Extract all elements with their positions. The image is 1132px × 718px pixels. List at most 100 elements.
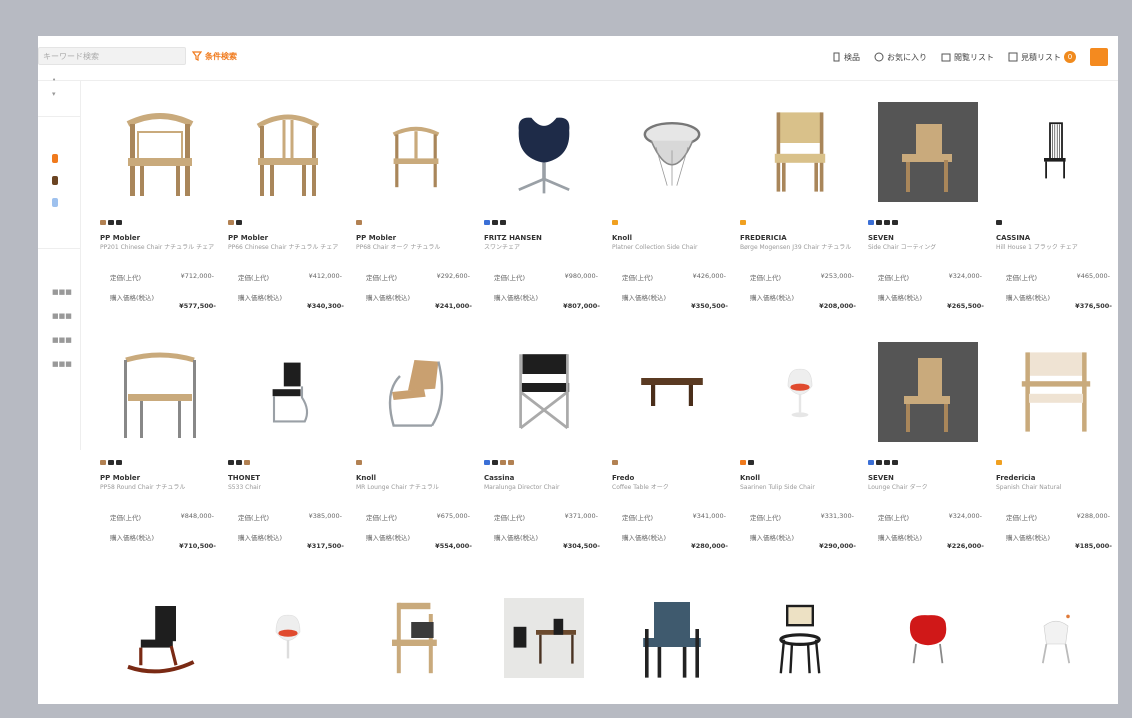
product-brand[interactable]: PP Mobler xyxy=(228,234,268,242)
product-image[interactable] xyxy=(480,582,608,694)
product-card-white-chair[interactable] xyxy=(992,582,1118,692)
color-swatch[interactable] xyxy=(612,460,618,465)
color-swatch[interactable] xyxy=(868,220,874,225)
nav-inspection[interactable]: 検品 xyxy=(832,52,860,63)
color-swatch[interactable] xyxy=(108,460,114,465)
product-image[interactable] xyxy=(224,582,352,694)
color-swatch[interactable] xyxy=(876,460,882,465)
product-image[interactable] xyxy=(352,582,480,694)
sidebar-color-brown[interactable] xyxy=(52,176,58,185)
color-swatch[interactable] xyxy=(236,220,242,225)
color-swatch[interactable] xyxy=(236,460,242,465)
product-brand[interactable]: PP Mobler xyxy=(100,474,140,482)
color-swatch[interactable] xyxy=(884,460,890,465)
color-swatch[interactable] xyxy=(612,220,618,225)
product-image[interactable] xyxy=(608,582,736,694)
color-swatch[interactable] xyxy=(492,220,498,225)
product-image[interactable] xyxy=(736,96,864,208)
color-swatch[interactable] xyxy=(500,460,506,465)
product-image[interactable] xyxy=(736,582,864,694)
product-card-rocking-chair[interactable] xyxy=(96,582,224,692)
color-swatch[interactable] xyxy=(500,220,506,225)
product-card[interactable]: Fredo Coffee Table オーク 定価(上代) ¥341,000- … xyxy=(608,336,736,566)
product-card-table-set[interactable] xyxy=(480,582,608,692)
product-image[interactable] xyxy=(480,96,608,208)
product-brand[interactable]: Knoll xyxy=(356,474,376,482)
product-card-wood-armchair[interactable] xyxy=(352,582,480,692)
product-brand[interactable]: Fredericia xyxy=(996,474,1035,482)
product-card-lounge-armchair[interactable] xyxy=(608,582,736,692)
sidebar-color-blue[interactable] xyxy=(52,198,58,207)
product-card[interactable]: THONET S533 Chair 定価(上代) ¥385,000- 購入価格(… xyxy=(224,336,352,566)
product-brand[interactable]: SEVEN xyxy=(868,474,894,482)
product-card-bentwood-chair[interactable] xyxy=(736,582,864,692)
product-brand[interactable]: PP Mobler xyxy=(100,234,140,242)
product-brand[interactable]: FREDERICIA xyxy=(740,234,787,242)
nav-estimate[interactable]: 見積リスト 0 xyxy=(1008,51,1076,63)
color-swatch[interactable] xyxy=(116,220,122,225)
product-card[interactable]: Knoll Saarinen Tulip Side Chair 定価(上代) ¥… xyxy=(736,336,864,566)
product-card-tulip-chair[interactable] xyxy=(224,582,352,692)
product-card[interactable]: FREDERICIA Børge Mogensen J39 Chair ナチュラ… xyxy=(736,96,864,326)
product-card[interactable]: FRITZ HANSEN スワンチェア 定価(上代) ¥980,000- 購入価… xyxy=(480,96,608,326)
product-image[interactable] xyxy=(224,96,352,208)
product-card[interactable]: Knoll Platner Collection Side Chair 定価(上… xyxy=(608,96,736,326)
color-swatch[interactable] xyxy=(996,460,1002,465)
color-swatch[interactable] xyxy=(108,220,114,225)
color-swatch[interactable] xyxy=(740,220,746,225)
product-image[interactable] xyxy=(352,336,480,448)
color-swatch[interactable] xyxy=(740,460,746,465)
nav-history[interactable]: 閲覧リスト xyxy=(941,52,994,63)
product-card[interactable]: PP Mobler PP58 Round Chair ナチュラル 定価(上代) … xyxy=(96,336,224,566)
product-brand[interactable]: Knoll xyxy=(612,234,632,242)
product-image[interactable] xyxy=(992,336,1118,448)
product-image[interactable] xyxy=(608,336,736,448)
product-brand[interactable]: FRITZ HANSEN xyxy=(484,234,542,242)
product-image[interactable] xyxy=(352,96,480,208)
nav-favorites[interactable]: お気に入り xyxy=(874,52,927,63)
color-swatch[interactable] xyxy=(484,220,490,225)
product-brand[interactable]: Cassina xyxy=(484,474,514,482)
color-swatch[interactable] xyxy=(996,220,1002,225)
search-input[interactable]: キーワード検索 xyxy=(38,47,186,65)
product-brand[interactable]: PP Mobler xyxy=(356,234,396,242)
color-swatch[interactable] xyxy=(892,220,898,225)
color-swatch[interactable] xyxy=(484,460,490,465)
product-card[interactable]: CASSINA Hill House 1 ブラック チェア 定価(上代) ¥46… xyxy=(992,96,1118,326)
sidebar-arrow[interactable]: ▾ xyxy=(52,90,56,98)
color-swatch[interactable] xyxy=(228,220,234,225)
color-swatch[interactable] xyxy=(492,460,498,465)
sidebar-color-orange[interactable] xyxy=(52,154,58,163)
color-swatch[interactable] xyxy=(244,460,250,465)
product-image[interactable] xyxy=(864,96,992,208)
product-brand[interactable]: CASSINA xyxy=(996,234,1030,242)
product-image[interactable] xyxy=(224,336,352,448)
product-image[interactable] xyxy=(864,336,992,448)
color-swatch[interactable] xyxy=(116,460,122,465)
product-image[interactable] xyxy=(96,336,224,448)
product-image[interactable] xyxy=(96,582,224,694)
color-swatch[interactable] xyxy=(892,460,898,465)
menu-button[interactable] xyxy=(1090,48,1108,66)
color-swatch[interactable] xyxy=(100,220,106,225)
product-image[interactable] xyxy=(480,336,608,448)
product-card[interactable]: Cassina Maralunga Director Chair 定価(上代) … xyxy=(480,336,608,566)
sidebar-item[interactable]: ■■■ xyxy=(52,312,72,320)
product-card[interactable]: SEVEN Lounge Chair ダーク 定価(上代) ¥324,000- … xyxy=(864,336,992,566)
color-swatch[interactable] xyxy=(876,220,882,225)
product-image[interactable] xyxy=(992,96,1118,208)
search-button[interactable]: 条件検索 xyxy=(192,48,237,64)
product-card[interactable]: Knoll MR Lounge Chair ナチュラル 定価(上代) ¥675,… xyxy=(352,336,480,566)
product-image[interactable] xyxy=(96,96,224,208)
product-brand[interactable]: SEVEN xyxy=(868,234,894,242)
product-brand[interactable]: THONET xyxy=(228,474,260,482)
product-brand[interactable]: Fredo xyxy=(612,474,634,482)
sidebar-item[interactable]: ■■■ xyxy=(52,288,72,296)
color-swatch[interactable] xyxy=(508,460,514,465)
sidebar-item[interactable]: ■■■ xyxy=(52,336,72,344)
product-card[interactable]: SEVEN Side Chair コーティング 定価(上代) ¥324,000-… xyxy=(864,96,992,326)
product-image[interactable] xyxy=(864,582,992,694)
color-swatch[interactable] xyxy=(356,220,362,225)
product-image[interactable] xyxy=(992,582,1118,694)
sidebar-item[interactable]: ■■■ xyxy=(52,360,72,368)
